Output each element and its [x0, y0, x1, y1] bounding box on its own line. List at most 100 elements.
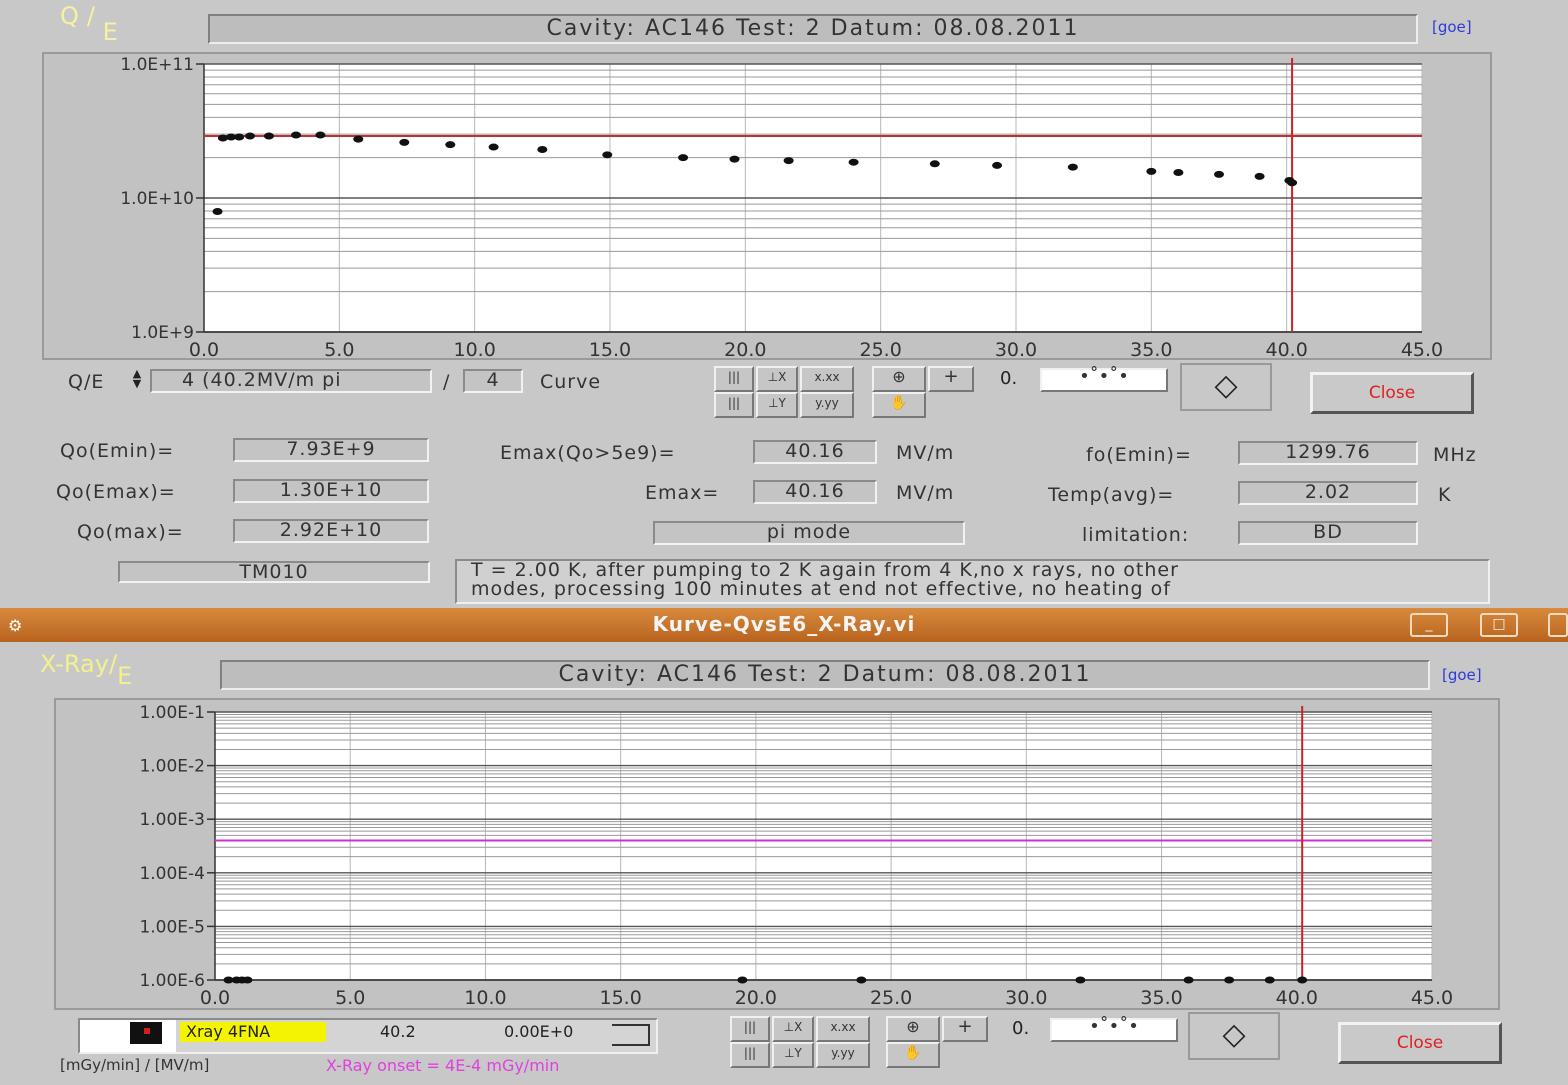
qe-chart: 0.0 5.0 10.0 15.0 20.0 25.0 30.0 35.0 40.0 45.01.… [120, 55, 1443, 361]
qe-data-point [783, 157, 794, 165]
xray-lock-x-icon[interactable]: ⊥X [772, 1016, 814, 1042]
xray-data-point [242, 976, 253, 984]
xray-zoom-icon[interactable]: ⊕ [886, 1016, 940, 1042]
emax-qo-unit: MV/m [896, 442, 955, 464]
emax-qo-label: Emax(Qo>5e9)= [500, 442, 676, 464]
xray-pan-hand-icon[interactable]: ✋ [886, 1042, 940, 1068]
legend-value: 40.2 [380, 1022, 416, 1041]
qe-x-tick-label: 40.0 [1266, 339, 1308, 361]
xray-point-style-icon[interactable]: •˚•˚• [1050, 1018, 1178, 1042]
xray-y-tick-label: 1.00E-1 [139, 703, 205, 723]
fo-emin-label: fo(Emin)= [1086, 444, 1192, 466]
qe-data-point [1146, 167, 1157, 175]
limitation-label: limitation: [1082, 524, 1190, 546]
xray-lock-y-icon[interactable]: ⊥Y [772, 1042, 814, 1068]
qe-data-point [602, 151, 613, 159]
qe-xformat-button[interactable]: x.xx [800, 366, 854, 392]
qe-y-tick-label: 1.0E+9 [131, 323, 194, 343]
qe-cursor-move-icon[interactable]: ◇ [1180, 363, 1272, 411]
qe-curve-count: 4 [463, 369, 523, 393]
xray-x-tick-label: 25.0 [870, 987, 912, 1009]
xray-x-tick-label: 30.0 [1005, 987, 1047, 1009]
emax-qo-value: 40.16 [753, 440, 877, 464]
xray-data-point [1183, 976, 1194, 984]
temp-avg-label: Temp(avg)= [1048, 484, 1175, 506]
qe-data-point [848, 158, 859, 166]
window-minimize-button[interactable]: _ [1410, 613, 1448, 637]
xray-data-point [737, 976, 748, 984]
legend-name: Xray 4FNA [180, 1022, 326, 1042]
qe-x-tick-label: 30.0 [995, 339, 1037, 361]
qe-data-point [1214, 170, 1224, 178]
window-titlebar[interactable]: ⚙ Kurve-QvsE6_X-Ray.vi _ □ [0, 608, 1568, 642]
qe-x-tick-label: 20.0 [724, 339, 766, 361]
qe-x-tick-label: 25.0 [860, 339, 902, 361]
qe-y-tick-label: 1.0E+11 [120, 55, 194, 75]
qo-max-label: Qo(max)= [77, 521, 184, 543]
xray-y-tick-label: 1.00E-5 [139, 917, 205, 937]
mode-field: TM010 [118, 561, 430, 583]
qe-data-point [353, 135, 364, 143]
qe-curve-label: Curve [540, 371, 602, 393]
qe-zoom-icon[interactable]: ⊕ [872, 366, 926, 392]
xray-x-tick-label: 35.0 [1140, 987, 1182, 1009]
xray-yformat-button[interactable]: y.yy [816, 1042, 870, 1068]
qe-autoscale-y-icon[interactable]: ||| [714, 392, 754, 418]
qe-crosshair-icon[interactable]: + [928, 366, 974, 392]
qe-data-point [537, 146, 548, 154]
xray-x-tick-label: 5.0 [335, 987, 365, 1009]
qe-data-point [399, 138, 410, 146]
xray-legend[interactable]: Xray 4FNA 40.2 0.00E+0 [78, 1018, 658, 1054]
qe-pan-hand-icon[interactable]: ✋ [872, 392, 926, 418]
qe-selector-spinner[interactable]: ▲ ▼ [130, 368, 144, 391]
qe-data-point [212, 207, 223, 215]
window-title: Kurve-QvsE6_X-Ray.vi [652, 612, 916, 636]
qe-data-point [929, 160, 940, 168]
xray-y-tick-label: 1.00E-2 [139, 757, 205, 777]
qe-data-point [291, 131, 302, 139]
xray-cursor-readout: 0. [1012, 1018, 1030, 1039]
top-panel: Q / E Cavity: AC146 Test: 2 Datum: 08.08.… [0, 0, 1568, 608]
qe-lock-y-icon[interactable]: ⊥Y [756, 392, 798, 418]
qe-autoscale-x-icon[interactable]: ||| [714, 366, 754, 392]
qe-data-point [729, 155, 740, 163]
xray-data-point [1075, 976, 1086, 984]
qe-data-point [263, 132, 274, 140]
xray-y-tick-label: 1.00E-4 [139, 864, 205, 884]
emax-unit: MV/m [896, 482, 955, 504]
xray-crosshair-icon[interactable]: + [942, 1016, 988, 1042]
qe-x-tick-label: 45.0 [1401, 339, 1443, 361]
qe-close-button[interactable]: Close [1310, 372, 1474, 414]
qe-cursor-readout: 0. [1000, 368, 1018, 389]
pi-mode-field: pi mode [653, 521, 965, 545]
xray-y-tick-label: 1.00E-3 [139, 810, 205, 830]
xray-close-button[interactable]: Close [1338, 1022, 1502, 1064]
fo-emin-unit: MHz [1433, 444, 1477, 466]
xray-y-tick-label: 1.00E-6 [139, 971, 205, 991]
xray-chart: 0.0 5.0 10.0 15.0 20.0 25.0 30.0 35.0 40.0 45.01.… [139, 703, 1453, 1009]
legend-list-icon[interactable] [612, 1024, 650, 1046]
qe-selector-label: Q/E [68, 371, 105, 393]
xray-autoscale-x-icon[interactable]: ||| [730, 1016, 770, 1042]
xray-plot-area [215, 712, 1432, 980]
qo-emin-label: Qo(Emin)= [60, 440, 175, 462]
qe-selector-value[interactable]: 4 (40.2MV/m pi [150, 369, 432, 393]
qo-emax-value: 1.30E+10 [233, 479, 429, 503]
window-maximize-button[interactable]: □ [1480, 613, 1518, 637]
xray-data-point [856, 976, 867, 984]
window-close-button[interactable] [1548, 613, 1568, 637]
xray-x-tick-label: 15.0 [600, 987, 642, 1009]
qo-emin-value: 7.93E+9 [233, 438, 429, 462]
qe-point-style-icon[interactable]: •˚•˚• [1040, 368, 1168, 392]
xray-xformat-button[interactable]: x.xx [816, 1016, 870, 1042]
legend-swatch-icon [80, 1020, 176, 1052]
qe-yformat-button[interactable]: y.yy [800, 392, 854, 418]
xray-x-tick-label: 40.0 [1276, 987, 1318, 1009]
xray-cursor-move-icon[interactable]: ◇ [1188, 1012, 1280, 1060]
qe-x-tick-label: 15.0 [589, 339, 631, 361]
comment-box[interactable]: T = 2.00 K, after pumping to 2 K again f… [455, 559, 1490, 604]
xray-data-point [1297, 976, 1308, 984]
qe-data-point [678, 154, 689, 162]
qe-lock-x-icon[interactable]: ⊥X [756, 366, 798, 392]
xray-autoscale-y-icon[interactable]: ||| [730, 1042, 770, 1068]
